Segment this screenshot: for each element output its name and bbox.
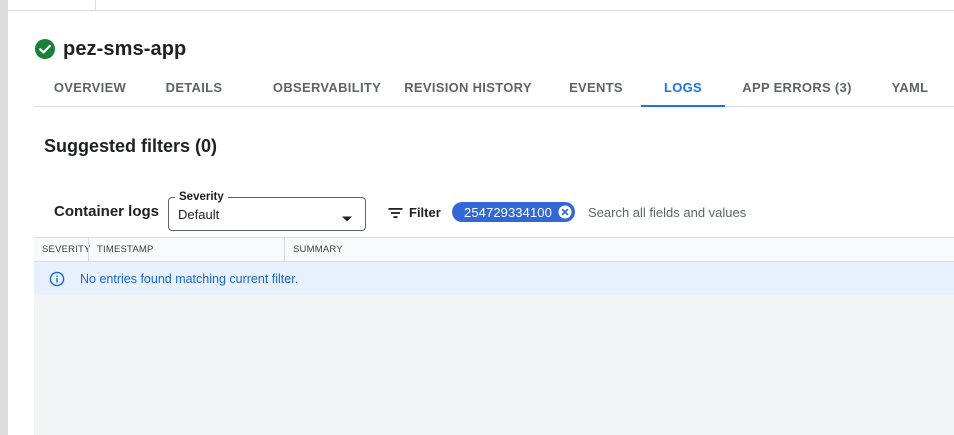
empty-state-message: No entries found matching current filter… bbox=[80, 271, 299, 286]
suggested-filters-title: Suggested filters (0) bbox=[44, 136, 218, 156]
page-title: pez-sms-app bbox=[63, 37, 187, 60]
check-circle-icon bbox=[35, 39, 55, 59]
empty-state-banner: No entries found matching current filter… bbox=[34, 262, 954, 295]
caret-down-icon bbox=[341, 210, 353, 222]
severity-value: Default bbox=[178, 207, 220, 222]
column-header-summary[interactable]: SUMMARY bbox=[284, 238, 584, 261]
tab-revision-history[interactable]: REVISION HISTORY bbox=[397, 70, 539, 106]
info-icon bbox=[49, 271, 65, 287]
tab-app-errors[interactable]: APP ERRORS (3) bbox=[737, 70, 857, 106]
container-logs-label: Container logs bbox=[54, 203, 160, 220]
left-rail bbox=[0, 0, 8, 435]
column-header-severity[interactable]: SEVERITY bbox=[34, 238, 90, 261]
logs-table-header: SEVERITY TIMESTAMP SUMMARY bbox=[34, 237, 954, 262]
filter-label: Filter bbox=[409, 204, 441, 220]
top-bar bbox=[8, 0, 954, 11]
filter-chip-label: 254729334100 bbox=[464, 204, 552, 220]
logs-table-body bbox=[34, 295, 954, 435]
filter-list-icon bbox=[388, 206, 403, 218]
search-input[interactable] bbox=[588, 201, 948, 223]
cancel-icon[interactable] bbox=[558, 205, 572, 219]
tab-yaml[interactable]: YAML bbox=[879, 70, 941, 106]
tab-events[interactable]: EVENTS bbox=[550, 70, 642, 106]
top-bar-divider bbox=[95, 0, 96, 10]
filter-button[interactable]: Filter bbox=[388, 202, 441, 222]
tab-bar: OVERVIEW DETAILS OBSERVABILITY REVISION … bbox=[34, 70, 954, 107]
severity-select[interactable]: Severity Default bbox=[168, 189, 366, 231]
filter-chip[interactable]: 254729334100 bbox=[452, 202, 575, 222]
column-header-timestamp[interactable]: TIMESTAMP bbox=[88, 238, 284, 261]
tab-logs[interactable]: LOGS bbox=[641, 70, 725, 107]
tab-details[interactable]: DETAILS bbox=[146, 70, 242, 106]
severity-label: Severity bbox=[175, 189, 228, 205]
page-header: pez-sms-app bbox=[35, 36, 186, 62]
tab-observability[interactable]: OBSERVABILITY bbox=[242, 70, 412, 106]
tab-overview[interactable]: OVERVIEW bbox=[34, 70, 146, 106]
